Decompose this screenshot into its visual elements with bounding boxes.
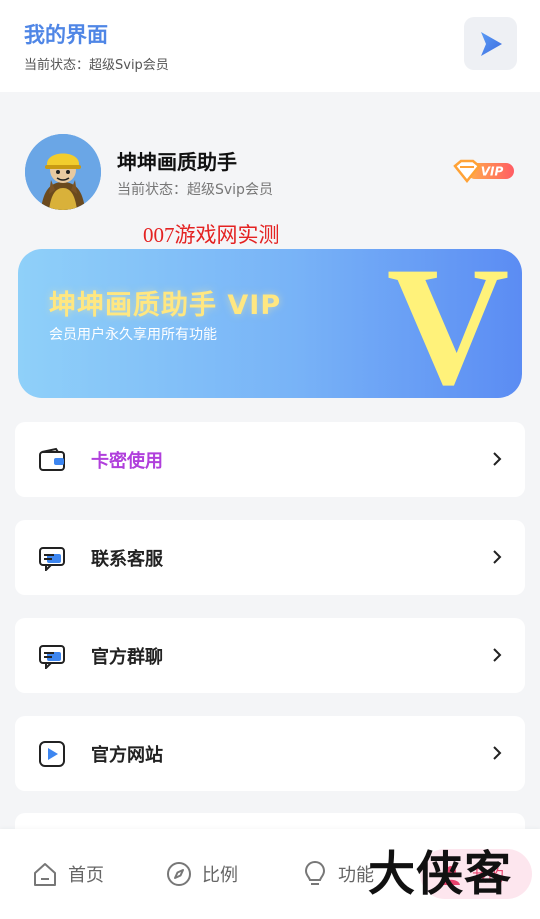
- nav-home[interactable]: 首页: [32, 859, 104, 889]
- play-button[interactable]: [464, 17, 517, 70]
- page-title: 我的界面: [24, 23, 108, 47]
- banner-big-letter: V: [387, 255, 510, 391]
- nav-ratio[interactable]: 比例: [166, 859, 238, 889]
- lightbulb-icon: [304, 860, 326, 885]
- menu-item-contact-support[interactable]: 联系客服: [15, 520, 525, 595]
- vip-badge-label: VIP: [481, 165, 504, 179]
- menu-item-official-website[interactable]: 官方网站: [15, 716, 525, 791]
- menu-item-official-group[interactable]: 官方群聊: [15, 618, 525, 693]
- watermark: 大侠客: [368, 847, 512, 902]
- menu-label-official-website: 官方网站: [91, 745, 163, 766]
- wallet-icon: [39, 447, 65, 471]
- nav-ratio-label: 比例: [202, 865, 238, 886]
- nav-home-label: 首页: [68, 865, 104, 886]
- play-icon: [480, 31, 502, 56]
- chevron-right-icon: [493, 550, 502, 564]
- profile-status: 当前状态：超级Svip会员: [117, 182, 273, 198]
- avatar[interactable]: [25, 134, 101, 210]
- menu-label-card-key: 卡密使用: [91, 451, 163, 472]
- chat-icon: [39, 547, 65, 571]
- overlay-text: 007游戏网实测: [143, 223, 280, 247]
- menu-label-contact-support: 联系客服: [91, 549, 163, 570]
- top-header: 我的界面 当前状态：超级Svip会员: [0, 0, 540, 92]
- nav-features[interactable]: 功能: [302, 859, 374, 889]
- profile-name: 坤坤画质助手: [117, 150, 237, 174]
- play-square-icon: [39, 741, 65, 767]
- banner-subtitle: 会员用户永久享用所有功能: [49, 327, 217, 343]
- header-status: 当前状态：超级Svip会员: [24, 58, 169, 73]
- profile-section: 坤坤画质助手 当前状态：超级Svip会员 VIP: [0, 118, 540, 218]
- v-letter-graphic: V: [387, 255, 510, 391]
- menu-label-official-group: 官方群聊: [91, 647, 163, 668]
- menu-item-card-key[interactable]: 卡密使用: [15, 422, 525, 497]
- chevron-right-icon: [493, 452, 502, 466]
- chat-icon: [39, 645, 65, 669]
- chevron-right-icon: [493, 746, 502, 760]
- home-icon: [34, 863, 56, 886]
- compass-icon: [167, 862, 191, 886]
- banner-title: 坤坤画质助手 VIP: [49, 290, 282, 321]
- vip-banner[interactable]: 坤坤画质助手 VIP 会员用户永久享用所有功能 V: [18, 249, 522, 398]
- vip-badge: VIP: [453, 159, 515, 184]
- avatar-image: [25, 134, 101, 210]
- chevron-right-icon: [493, 648, 502, 662]
